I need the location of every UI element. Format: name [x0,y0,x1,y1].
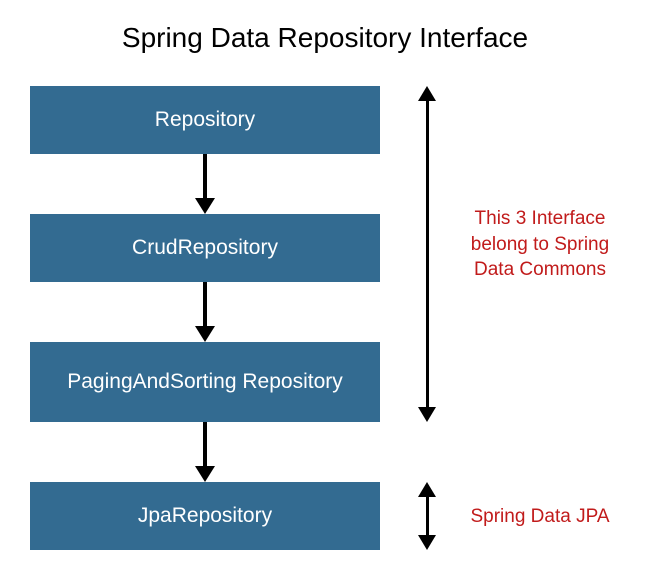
box-label: PagingAndSorting Repository [67,369,343,395]
box-repository: Repository [30,86,380,154]
page-title: Spring Data Repository Interface [0,0,650,64]
box-label: Repository [155,107,255,133]
box-label: CrudRepository [132,235,278,261]
box-paging-sorting-repository: PagingAndSorting Repository [30,342,380,422]
box-crud-repository: CrudRepository [30,214,380,282]
annotation-commons: This 3 Interface belong to Spring Data C… [450,206,630,283]
box-label: JpaRepository [138,503,272,529]
hierarchy-diagram: Repository CrudRepository PagingAndSorti… [30,86,610,556]
box-jpa-repository: JpaRepository [30,482,380,550]
annotation-jpa: Spring Data JPA [450,504,630,530]
